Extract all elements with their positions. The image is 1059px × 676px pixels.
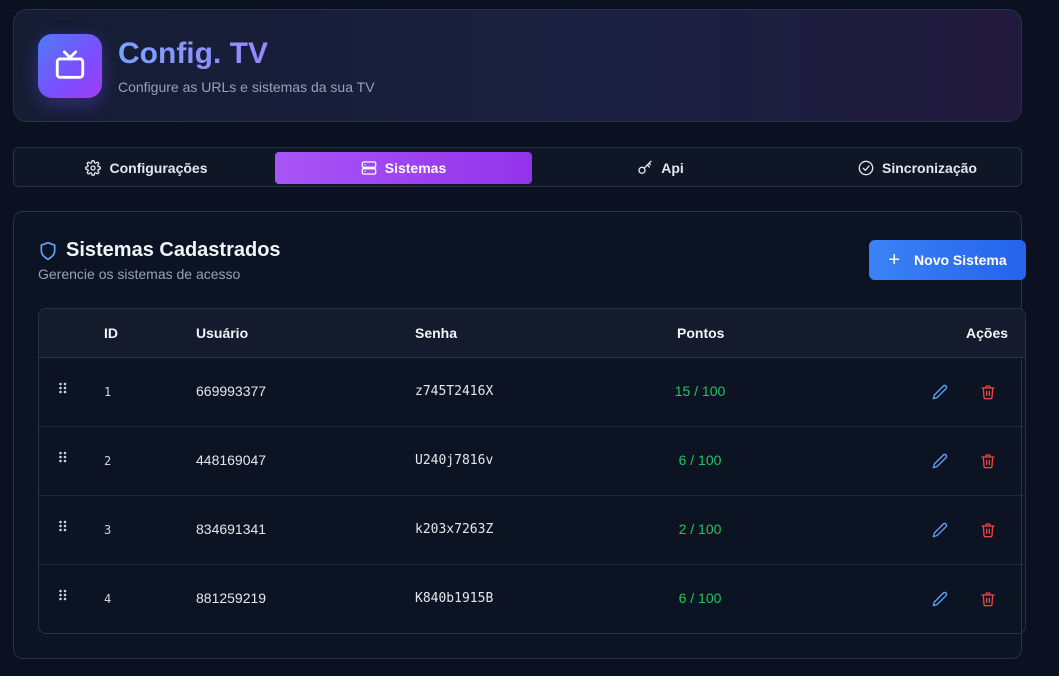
drag-handle-icon[interactable] xyxy=(58,589,68,603)
tab-label: Sincronização xyxy=(882,160,977,176)
tab-label: Api xyxy=(661,160,684,176)
cell-id: 1 xyxy=(104,385,112,399)
cell-points: 2 / 100 xyxy=(678,521,722,537)
page-title: Config. TV xyxy=(118,37,268,70)
header-card: Config. TV Configure as URLs e sistemas … xyxy=(13,9,1022,122)
edit-button[interactable] xyxy=(930,382,950,402)
cell-password: k203x7263Z xyxy=(415,522,494,537)
column-header-id: ID xyxy=(104,325,118,341)
add-system-button[interactable]: + Novo Sistema xyxy=(869,240,1026,280)
delete-button[interactable] xyxy=(978,451,998,471)
column-header-password: Senha xyxy=(415,325,458,341)
pencil-icon xyxy=(932,522,948,538)
systems-card: Sistemas Cadastrados Gerencie os sistema… xyxy=(13,211,1026,659)
delete-button[interactable] xyxy=(978,589,998,609)
tab-label: Sistemas xyxy=(384,160,447,176)
table-row: 1 669993377 z745T2416X 15 / 100 xyxy=(39,358,1025,427)
delete-button[interactable] xyxy=(978,382,998,402)
cell-password: K840b1915B xyxy=(415,591,494,606)
key-icon xyxy=(638,160,652,174)
cell-id: 3 xyxy=(104,523,112,537)
edit-button[interactable] xyxy=(930,589,950,609)
tab-api[interactable]: Api xyxy=(532,152,789,184)
cell-id: 4 xyxy=(104,592,112,606)
edit-button[interactable] xyxy=(930,451,950,471)
trash-icon xyxy=(981,385,995,400)
column-header-user: Usuário xyxy=(196,325,249,341)
plus-icon: + xyxy=(888,249,901,271)
check-circle-icon xyxy=(858,160,874,176)
pencil-icon xyxy=(932,453,948,469)
server-icon xyxy=(361,161,377,175)
drag-handle-icon[interactable] xyxy=(58,382,68,396)
pencil-icon xyxy=(932,384,948,400)
table-row: 4 881259219 K840b1915B 6 / 100 xyxy=(39,565,1025,633)
table-row: 3 834691341 k203x7263Z 2 / 100 xyxy=(39,496,1025,565)
cell-user: 881259219 xyxy=(196,590,267,606)
section-title-text: Sistemas Cadastrados xyxy=(66,239,281,261)
edit-button[interactable] xyxy=(930,520,950,540)
column-header-points: Pontos xyxy=(677,325,725,341)
table-row: 2 448169047 U240j7816v 6 / 100 xyxy=(39,427,1025,496)
tab-sistemas[interactable]: Sistemas xyxy=(275,152,532,184)
cell-points: 15 / 100 xyxy=(674,383,726,399)
pencil-icon xyxy=(932,591,948,607)
add-system-label: Novo Sistema xyxy=(914,252,1007,268)
delete-button[interactable] xyxy=(978,520,998,540)
trash-icon xyxy=(981,454,995,469)
drag-handle-icon[interactable] xyxy=(58,451,68,465)
tv-icon xyxy=(38,34,102,98)
trash-icon xyxy=(981,523,995,538)
tab-label: Configurações xyxy=(109,160,208,176)
trash-icon xyxy=(981,592,995,607)
cell-user: 669993377 xyxy=(196,383,267,399)
cell-password: z745T2416X xyxy=(415,384,494,399)
tab-sincronizacao[interactable]: Sincronização xyxy=(789,152,1046,184)
page-subtitle: Configure as URLs e sistemas da sua TV xyxy=(118,79,375,95)
systems-table: ID Usuário Senha Pontos Ações 1 66999337… xyxy=(38,308,1026,634)
cell-points: 6 / 100 xyxy=(678,590,722,606)
section-title: Sistemas Cadastrados xyxy=(38,239,281,262)
cell-user: 448169047 xyxy=(196,452,267,468)
tab-configuracoes[interactable]: Configurações xyxy=(18,152,275,184)
section-subtitle: Gerencie os sistemas de acesso xyxy=(38,266,241,282)
drag-handle-icon[interactable] xyxy=(58,520,68,534)
shield-icon xyxy=(40,241,56,260)
table-header: ID Usuário Senha Pontos Ações xyxy=(39,309,1025,358)
gear-icon xyxy=(85,160,102,176)
cell-user: 834691341 xyxy=(196,521,267,537)
cell-id: 2 xyxy=(104,454,112,468)
tab-bar: Configurações Sistemas Api Sincronização xyxy=(13,147,1022,187)
cell-points: 6 / 100 xyxy=(678,452,722,468)
column-header-actions: Ações xyxy=(966,325,1009,341)
cell-password: U240j7816v xyxy=(415,453,494,468)
